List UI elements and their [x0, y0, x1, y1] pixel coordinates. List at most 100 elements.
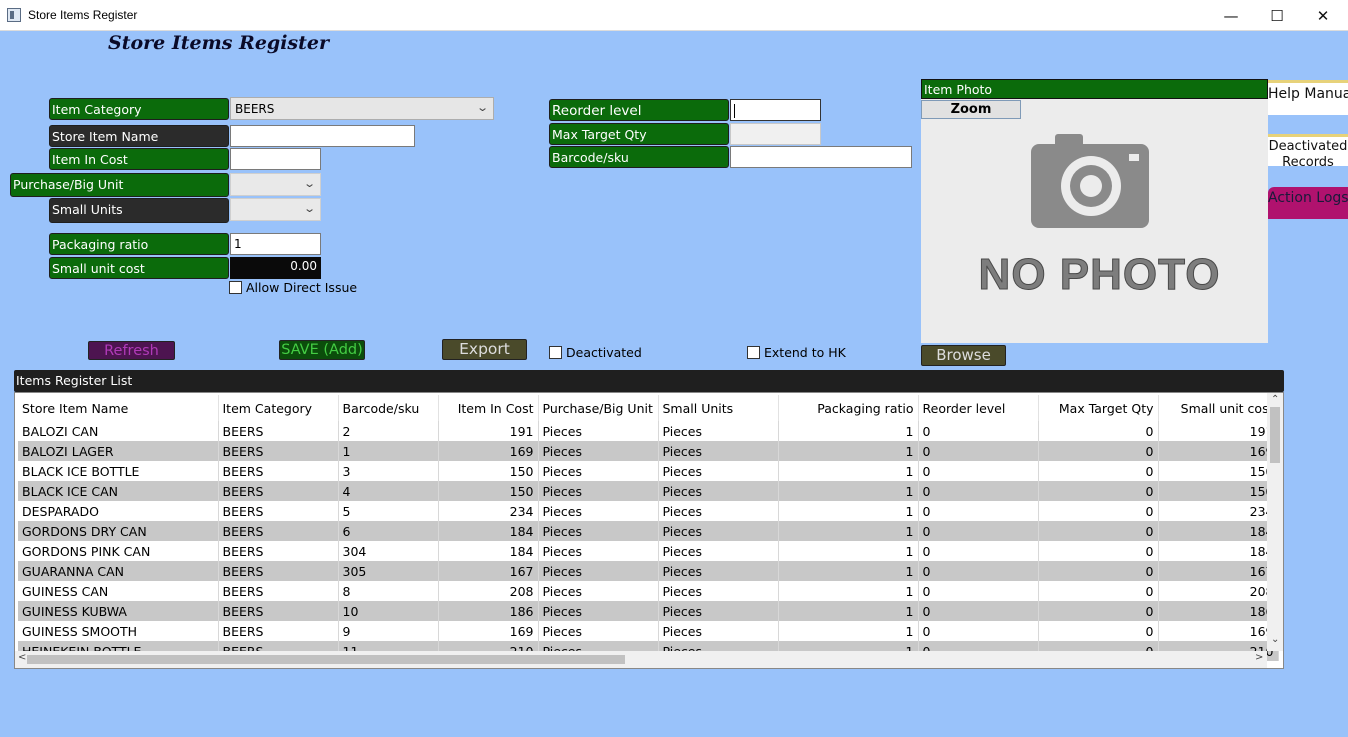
small-units-select[interactable]: ⌄: [230, 198, 321, 221]
item-in-cost-input[interactable]: [230, 148, 321, 170]
deactivated-records-label-2: Records: [1282, 155, 1334, 166]
item-category-select[interactable]: BEERS ⌄: [230, 97, 494, 120]
small-unit-cost-label: Small unit cost: [49, 257, 229, 279]
scroll-left-arrow[interactable]: <: [18, 652, 26, 663]
extend-to-hk-checkbox[interactable]: Extend to HK: [747, 345, 846, 360]
help-manual-button[interactable]: Help Manual: [1268, 80, 1348, 115]
table-row[interactable]: BALOZI CAN BEERS 2 191 Pieces Pieces 1 0 0 191: [18, 421, 1279, 441]
table-cell: GUINESS CAN: [18, 581, 219, 601]
table-cell: 0: [1038, 441, 1159, 461]
purchase-unit-select[interactable]: ⌄: [230, 173, 321, 196]
column-header[interactable]: Item Category: [218, 395, 339, 421]
table-row[interactable]: GUINESS SMOOTH BEERS 9 169 Pieces Pieces 1 0 0 16…: [18, 621, 1279, 641]
table-cell: 1: [778, 481, 919, 501]
checkbox-box[interactable]: [549, 346, 562, 359]
checkbox-box[interactable]: [747, 346, 760, 359]
scroll-right-arrow[interactable]: >: [1255, 652, 1263, 663]
item-in-cost-label: Item In Cost: [49, 148, 229, 170]
small-unit-cost-value: 0.00: [230, 257, 321, 279]
deactivated-checkbox[interactable]: Deactivated: [549, 345, 642, 360]
table-cell: Pieces: [538, 601, 659, 621]
horizontal-scroll-thumb[interactable]: [27, 655, 625, 664]
page-title: Store Items Register: [108, 32, 330, 54]
table-cell: 1: [778, 441, 919, 461]
column-header[interactable]: Packaging ratio: [778, 395, 919, 421]
table-cell: 1: [778, 521, 919, 541]
column-header[interactable]: Reorder level: [918, 395, 1039, 421]
table-cell: 208: [438, 581, 539, 601]
item-category-value: BEERS: [235, 102, 275, 116]
table-row[interactable]: BLACK ICE CAN BEERS 4 150 Pieces Pieces 1 0 0 150: [18, 481, 1279, 501]
export-button[interactable]: Export: [442, 339, 527, 360]
table-cell: Pieces: [658, 481, 779, 501]
vertical-scrollbar[interactable]: ⌃ ⌄: [1267, 393, 1283, 651]
table-cell: 10: [338, 601, 439, 621]
column-header[interactable]: Max Target Qty: [1038, 395, 1159, 421]
table-row[interactable]: DESPARADO BEERS 5 234 Pieces Pieces 1 0 0 234: [18, 501, 1279, 521]
table-row[interactable]: GORDONS PINK CAN BEERS 304 184 Pieces Pieces 1…: [18, 541, 1279, 561]
max-target-qty-input[interactable]: [730, 123, 821, 145]
browse-button[interactable]: Browse: [921, 345, 1006, 366]
column-header[interactable]: Purchase/Big Unit: [538, 395, 659, 421]
table-cell: 169: [1158, 441, 1279, 461]
barcode-label: Barcode/sku: [549, 146, 729, 168]
table-row[interactable]: GUINESS CAN BEERS 8 208 Pieces Pieces 1 0 0 208: [18, 581, 1279, 601]
table-cell: 150: [438, 461, 539, 481]
table-row[interactable]: GUARANNA CAN BEERS 305 167 Pieces Pieces 1 0 0 16…: [18, 561, 1279, 581]
items-grid[interactable]: Store Item Name Item Category Barcode/sku I…: [14, 392, 1284, 669]
table-cell: Pieces: [538, 461, 659, 481]
column-header[interactable]: Small Units: [658, 395, 779, 421]
table-cell: BEERS: [218, 501, 339, 521]
table-cell: Pieces: [658, 421, 779, 441]
table-row[interactable]: BLACK ICE BOTTLE BEERS 3 150 Pieces Pieces 1 0 0…: [18, 461, 1279, 481]
table-cell: BEERS: [218, 581, 339, 601]
deactivated-label: Deactivated: [566, 345, 642, 360]
table-cell: 4: [338, 481, 439, 501]
table-cell: 1: [778, 541, 919, 561]
table-cell: 0: [918, 481, 1039, 501]
vertical-scroll-thumb[interactable]: [1270, 407, 1280, 463]
table-cell: 184: [438, 541, 539, 561]
column-header[interactable]: Store Item Name: [18, 395, 219, 421]
close-button[interactable]: ✕: [1300, 0, 1346, 31]
column-header[interactable]: Small unit cost: [1158, 395, 1279, 421]
table-cell: 0: [1038, 541, 1159, 561]
table-cell: GUINESS SMOOTH: [18, 621, 219, 641]
table-cell: 0: [1038, 481, 1159, 501]
store-item-name-input[interactable]: [230, 125, 415, 147]
table-cell: Pieces: [658, 441, 779, 461]
table-cell: Pieces: [658, 461, 779, 481]
table-cell: 208: [1158, 581, 1279, 601]
allow-direct-issue-checkbox[interactable]: Allow Direct Issue: [229, 280, 357, 295]
maximize-button[interactable]: ☐: [1254, 0, 1300, 31]
checkbox-box[interactable]: [229, 281, 242, 294]
packaging-ratio-input[interactable]: 1: [230, 233, 321, 255]
table-cell: 0: [918, 501, 1039, 521]
table-cell: Pieces: [538, 421, 659, 441]
column-header[interactable]: Barcode/sku: [338, 395, 439, 421]
table-row[interactable]: GUINESS KUBWA BEERS 10 186 Pieces Pieces 1 0 0 18…: [18, 601, 1279, 621]
table-cell: Pieces: [658, 561, 779, 581]
table-row[interactable]: GORDONS DRY CAN BEERS 6 184 Pieces Pieces 1 0 0 1…: [18, 521, 1279, 541]
action-logs-button[interactable]: Action Logs: [1268, 187, 1348, 219]
max-target-qty-label: Max Target Qty: [549, 123, 729, 145]
save-add-button[interactable]: SAVE (Add): [279, 340, 365, 360]
barcode-input[interactable]: [730, 146, 912, 168]
table-cell: BEERS: [218, 561, 339, 581]
refresh-button[interactable]: Refresh: [88, 341, 175, 360]
table-cell: 186: [1158, 601, 1279, 621]
table-cell: 5: [338, 501, 439, 521]
table-row[interactable]: BALOZI LAGER BEERS 1 169 Pieces Pieces 1 0 0 169: [18, 441, 1279, 461]
column-header[interactable]: Item In Cost: [438, 395, 539, 421]
horizontal-scrollbar[interactable]: < >: [15, 651, 1267, 668]
table-cell: BEERS: [218, 461, 339, 481]
minimize-button[interactable]: —: [1208, 0, 1254, 31]
table-cell: 0: [918, 561, 1039, 581]
chevron-down-icon: ⌄: [302, 202, 316, 215]
reorder-level-input[interactable]: [730, 99, 821, 121]
scroll-up-arrow[interactable]: ⌃: [1271, 394, 1279, 405]
scroll-down-arrow[interactable]: ⌄: [1271, 634, 1279, 645]
zoom-button[interactable]: Zoom: [921, 100, 1021, 119]
deactivated-records-button[interactable]: Deactivated Records: [1268, 134, 1348, 166]
table-cell: 150: [1158, 461, 1279, 481]
